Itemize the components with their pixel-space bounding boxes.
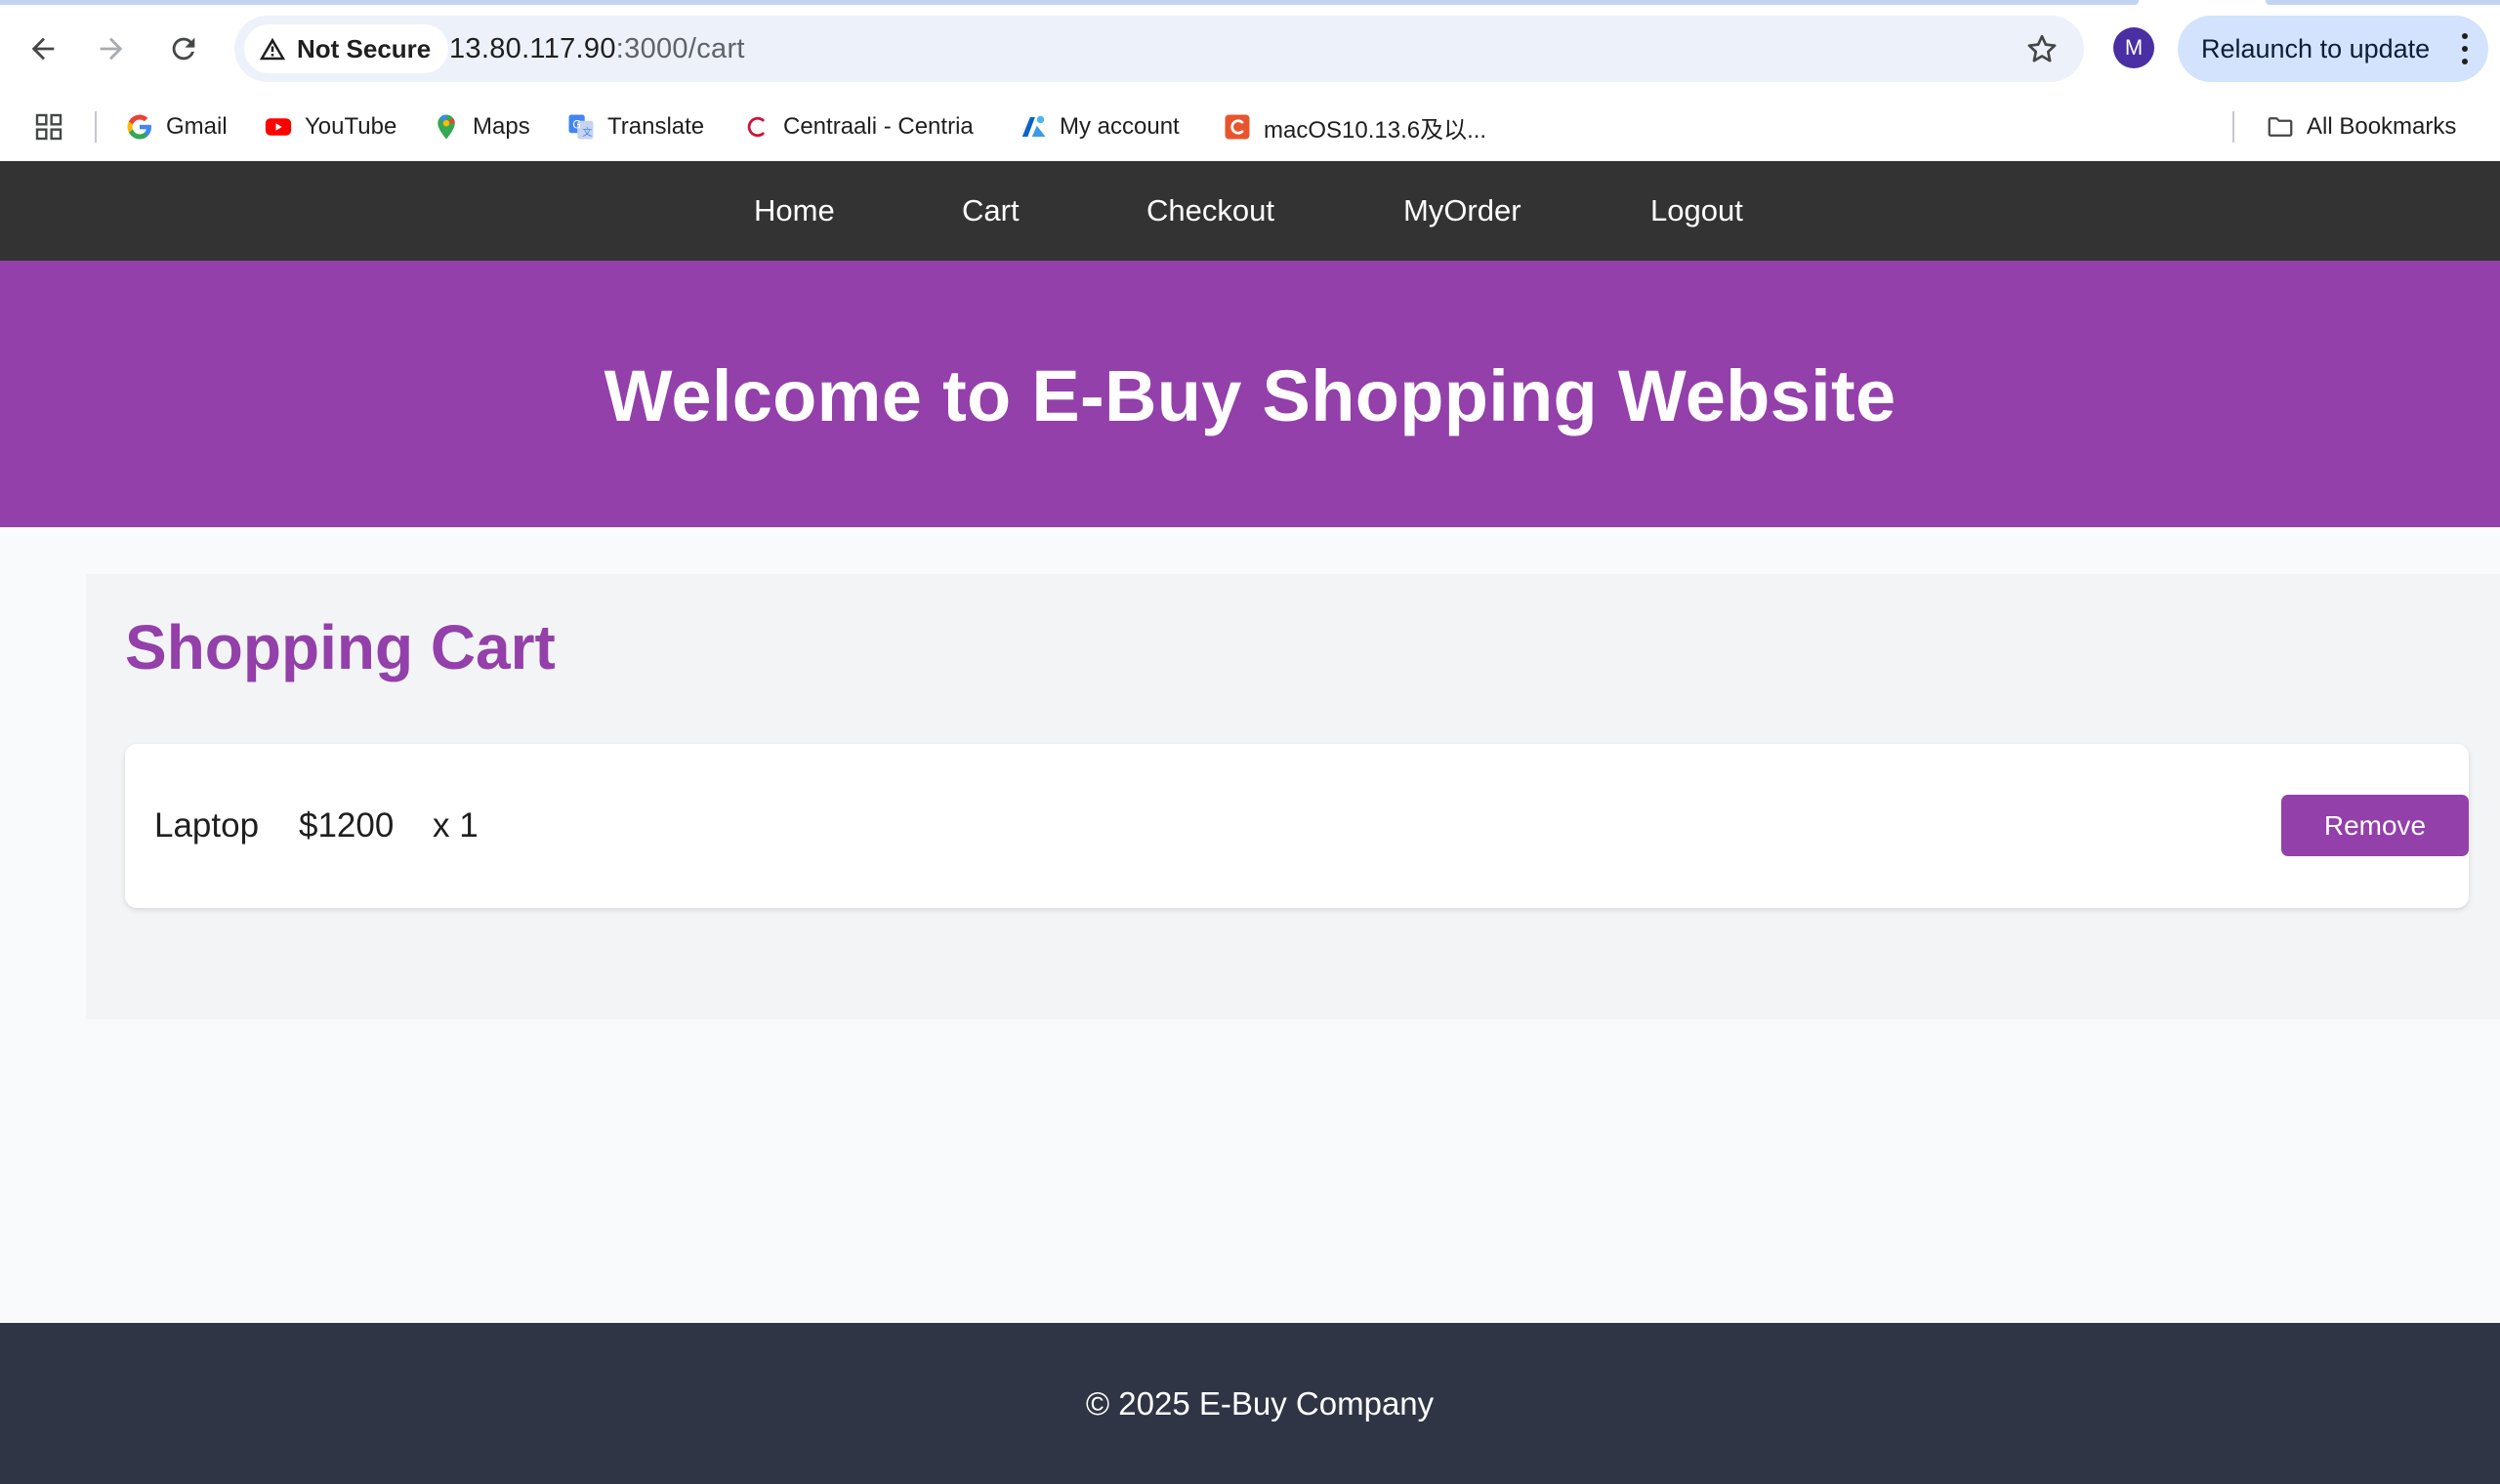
bookmark-label: My account <box>1060 113 1180 140</box>
back-arrow-icon <box>31 37 55 61</box>
bookmark-label: Maps <box>473 113 530 140</box>
bookmark-macos[interactable]: macOS10.13.6及以... <box>1223 107 1486 146</box>
warning-triangle-icon <box>259 37 286 61</box>
remove-button[interactable]: Remove <box>2281 795 2469 856</box>
reload-icon <box>172 37 195 61</box>
translate-icon: G文 <box>566 112 596 142</box>
security-indicator[interactable]: Not Secure <box>244 24 449 73</box>
nav-logout-link[interactable]: Logout <box>1650 161 1743 261</box>
bookmark-label: macOS10.13.6及以... <box>1264 116 1487 144</box>
forward-arrow-icon <box>100 37 123 61</box>
bookmark-maps[interactable]: Maps <box>432 107 530 146</box>
reload-button[interactable] <box>156 21 211 76</box>
c-site-icon <box>1223 112 1252 142</box>
more-menu-icon[interactable] <box>2461 33 2469 64</box>
site-navbar: Home Cart Checkout MyOrder Logout <box>0 161 2500 261</box>
tab-strip-accent-right <box>2266 0 2500 5</box>
nav-myorder-link[interactable]: MyOrder <box>1403 161 1521 261</box>
bookmark-label: Translate <box>607 113 705 140</box>
nav-checkout-link[interactable]: Checkout <box>1146 161 1274 261</box>
google-g-icon <box>125 112 154 142</box>
relaunch-button[interactable]: Relaunch to update <box>2178 16 2488 82</box>
banner-title: Welcome to E-Buy Shopping Website <box>604 355 1896 436</box>
nav-cart-link[interactable]: Cart <box>962 161 1020 261</box>
azure-account-icon <box>1019 112 1048 142</box>
bookmark-gmail[interactable]: Gmail <box>125 107 228 146</box>
url-text[interactable]: 13.80.117.90:3000/cart <box>449 16 745 82</box>
footer-text: © 2025 E-Buy Company <box>1085 1384 1435 1422</box>
cart-title: Shopping Cart <box>125 612 556 682</box>
cart-item: Laptop $1200 x 1 Remove <box>125 744 2469 908</box>
nav-home-link[interactable]: Home <box>754 161 835 261</box>
security-label: Not Secure <box>297 33 432 63</box>
bookmark-label: Gmail <box>166 113 228 140</box>
item-price: $1200 <box>299 806 395 845</box>
bookmark-my-account[interactable]: My account <box>1019 107 1180 146</box>
relaunch-label: Relaunch to update <box>2201 33 2431 63</box>
svg-text:文: 文 <box>582 126 592 139</box>
item-quantity: x 1 <box>433 806 479 845</box>
all-bookmarks-button[interactable]: All Bookmarks <box>2266 107 2456 146</box>
bookmark-centria[interactable]: Centraali - Centria <box>742 107 974 146</box>
bookmark-label: Centraali - Centria <box>783 113 974 140</box>
bookmark-translate[interactable]: G文 Translate <box>566 107 704 146</box>
apps-grid-icon[interactable] <box>33 111 64 143</box>
bookmark-youtube[interactable]: YouTube <box>264 107 396 146</box>
folder-icon <box>2266 112 2295 142</box>
url-host: 13.80.117.90 <box>449 32 616 64</box>
tab-strip-accent <box>0 0 2139 5</box>
forward-button[interactable] <box>84 21 139 76</box>
maps-pin-icon <box>432 112 461 142</box>
bookmarks-separator <box>95 111 97 143</box>
centria-c-icon <box>742 112 771 142</box>
profile-initial: M <box>2124 35 2144 60</box>
cart-section: Shopping Cart Laptop $1200 x 1 Remove <box>86 574 2500 1019</box>
profile-avatar[interactable]: M <box>2113 27 2154 68</box>
all-bookmarks-label: All Bookmarks <box>2307 113 2457 140</box>
url-path: :3000/cart <box>615 32 745 64</box>
bookmarks-separator <box>2232 111 2234 143</box>
address-bar[interactable]: Not Secure 13.80.117.90:3000/cart <box>234 16 2084 82</box>
svg-text:G: G <box>572 118 581 131</box>
star-icon <box>2027 34 2057 62</box>
youtube-icon <box>264 112 293 142</box>
site-footer: © 2025 E-Buy Company <box>0 1323 2500 1484</box>
item-name: Laptop <box>154 806 260 845</box>
browser-chrome: Not Secure 13.80.117.90:3000/cart M Rela… <box>0 0 2500 161</box>
bookmarks-bar: Gmail YouTube Maps G文 Translate Centraal… <box>0 98 2500 156</box>
back-button[interactable] <box>16 21 70 76</box>
welcome-banner: Welcome to E-Buy Shopping Website <box>0 261 2500 527</box>
bookmark-label: YouTube <box>305 113 397 140</box>
bookmark-star-button[interactable] <box>2021 28 2062 69</box>
